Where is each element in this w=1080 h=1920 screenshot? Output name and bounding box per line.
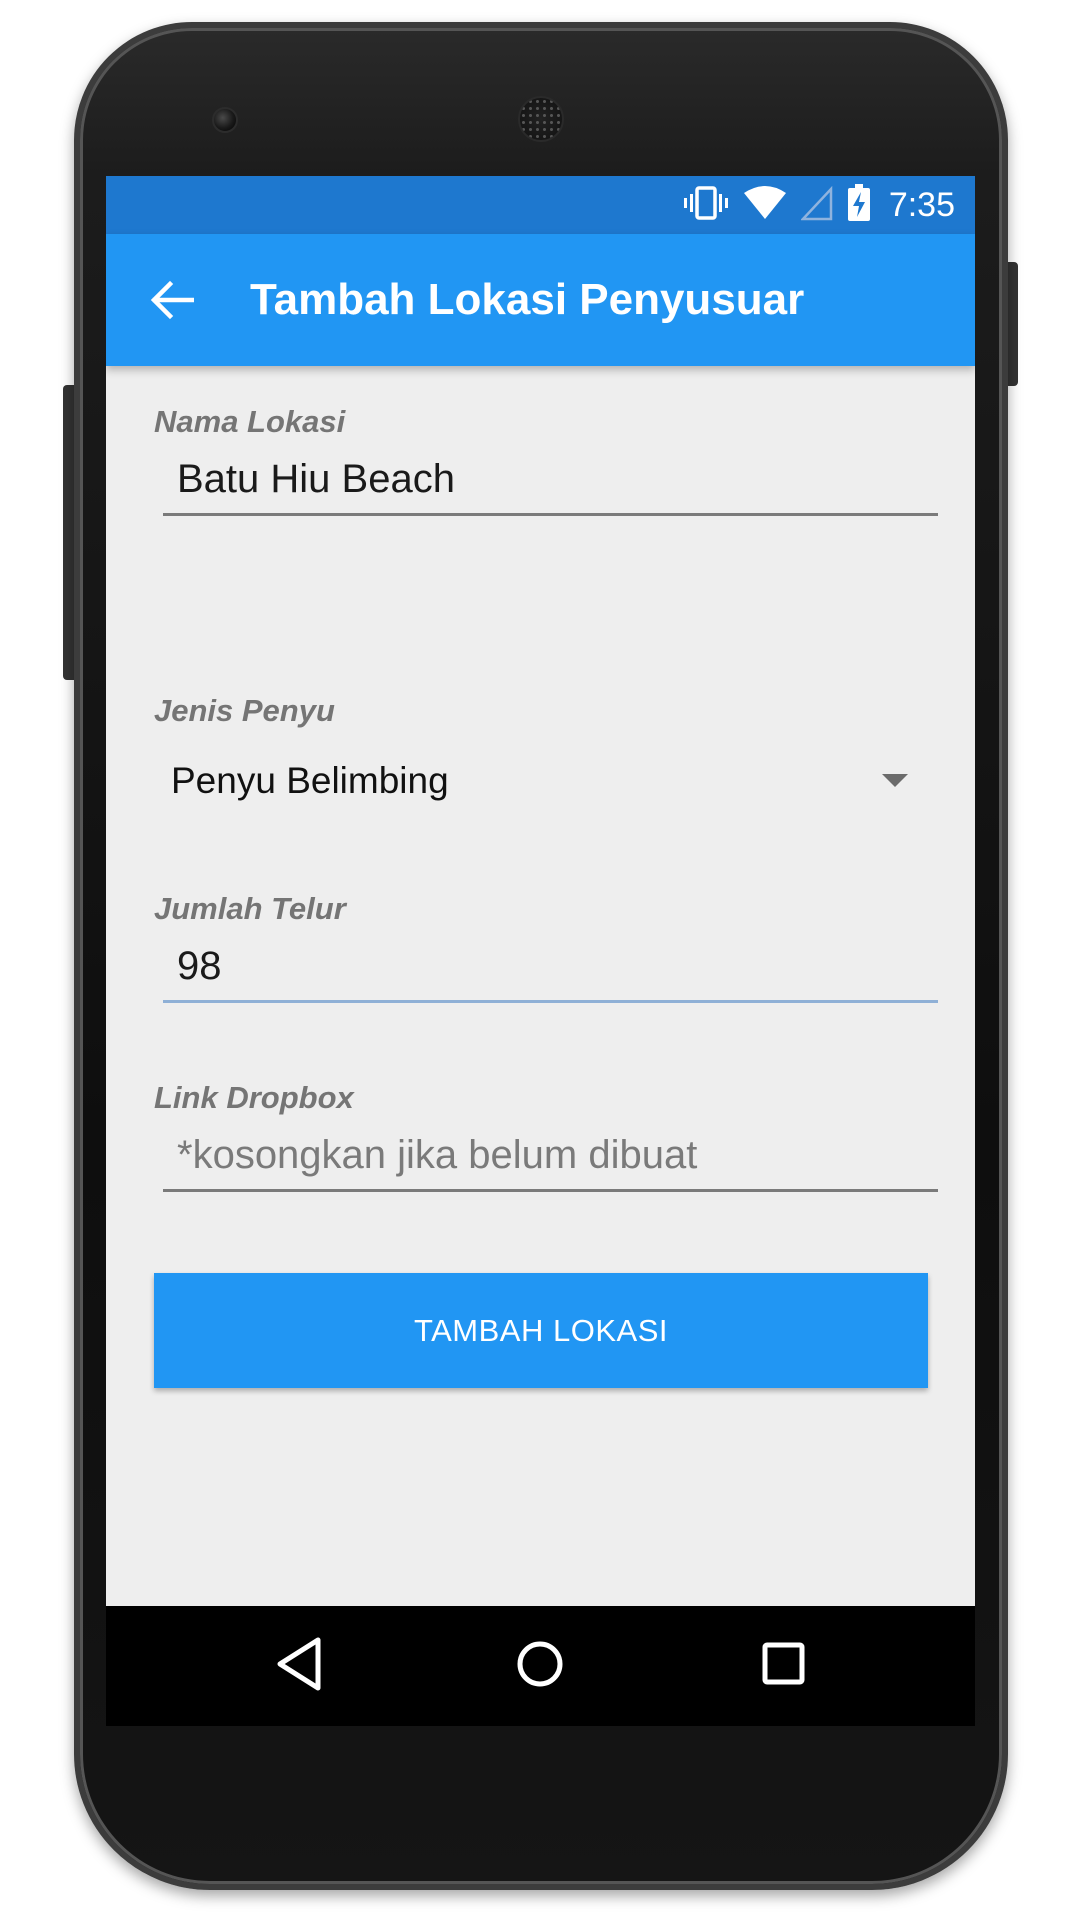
- jenis-penyu-label: Jenis Penyu: [154, 693, 335, 728]
- nama-lokasi-label: Nama Lokasi: [154, 404, 346, 439]
- dropdown-arrow-icon: [882, 774, 908, 787]
- tambah-lokasi-button[interactable]: TAMBAH LOKASI: [154, 1273, 928, 1388]
- status-icons: 7:35: [683, 176, 955, 234]
- app-screen: 7:35 Tambah Lokasi Penyusuar Nama Lokasi…: [106, 176, 975, 1606]
- front-camera: [212, 107, 238, 133]
- link-dropbox-label: Link Dropbox: [154, 1080, 354, 1115]
- page-title: Tambah Lokasi Penyusuar: [250, 275, 805, 324]
- jenis-penyu-dropdown[interactable]: Penyu Belimbing: [154, 741, 942, 821]
- back-triangle-icon[interactable]: [270, 1632, 334, 1696]
- vibrate-icon: [683, 185, 729, 226]
- nama-lokasi-input[interactable]: [163, 446, 938, 512]
- recents-square-icon[interactable]: [752, 1632, 816, 1696]
- link-dropbox-input[interactable]: [163, 1122, 938, 1188]
- jumlah-telur-field: [163, 933, 938, 1003]
- navigation-bar: [106, 1606, 975, 1726]
- link-dropbox-field: [163, 1122, 938, 1192]
- jumlah-telur-input[interactable]: [163, 933, 938, 999]
- app-bar: Tambah Lokasi Penyusuar: [106, 234, 975, 366]
- home-circle-icon[interactable]: [508, 1632, 572, 1696]
- cell-signal-icon: [799, 185, 833, 226]
- jumlah-telur-label: Jumlah Telur: [154, 891, 346, 926]
- status-bar: 7:35: [106, 176, 975, 234]
- jenis-penyu-selected: Penyu Belimbing: [171, 760, 449, 801]
- earpiece-speaker: [518, 96, 564, 142]
- arrow-left-icon[interactable]: [150, 280, 195, 320]
- status-time: 7:35: [888, 185, 955, 224]
- nama-lokasi-field: [163, 446, 938, 516]
- wifi-icon: [743, 185, 787, 226]
- battery-charging-icon: [847, 183, 871, 227]
